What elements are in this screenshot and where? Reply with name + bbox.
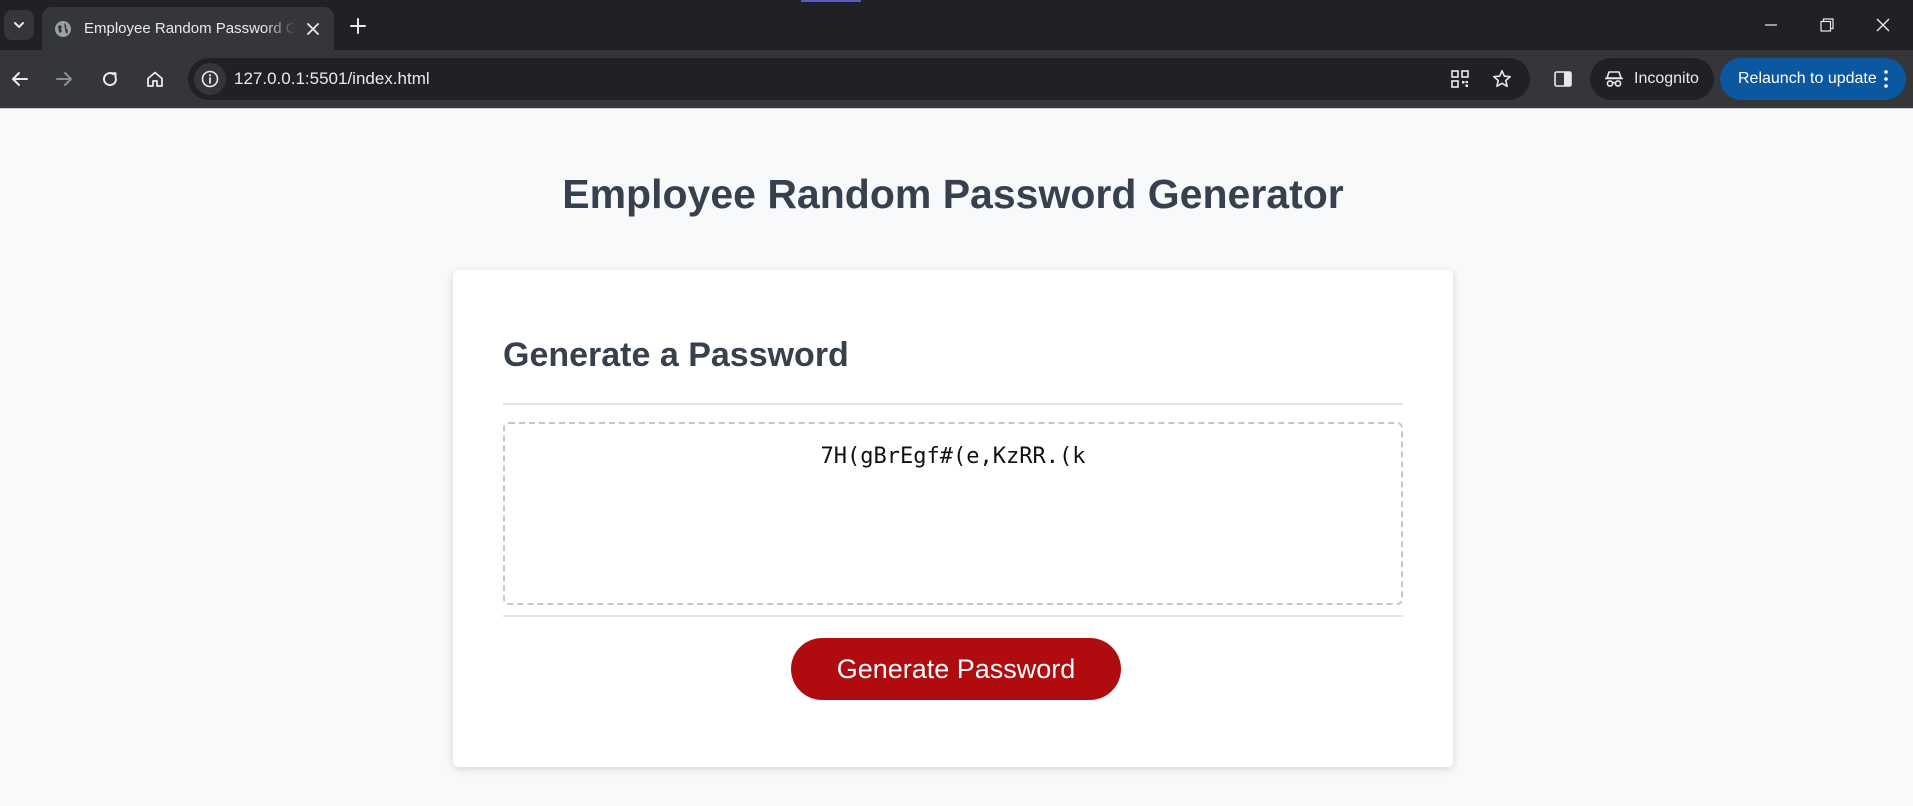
close-icon [1876, 18, 1890, 32]
browser-tab[interactable]: Employee Random Password Generator [42, 7, 334, 50]
qr-code-button[interactable] [1444, 63, 1476, 95]
incognito-label: Incognito [1634, 70, 1699, 87]
restore-button[interactable] [1799, 0, 1855, 50]
accent-strip [801, 0, 861, 2]
browser-toolbar: 127.0.0.1:5501/index.html Incognito Rela… [0, 50, 1913, 108]
minimize-icon [1765, 24, 1777, 26]
side-panel-icon [1554, 71, 1572, 87]
forward-button[interactable] [48, 63, 80, 95]
generate-password-button[interactable]: Generate Password [791, 638, 1121, 700]
globe-icon [54, 20, 72, 38]
minimize-button[interactable] [1743, 0, 1799, 50]
page-content: Employee Random Password Generator Gener… [0, 109, 1913, 806]
info-icon [201, 70, 219, 88]
close-tab-icon[interactable] [302, 18, 324, 40]
relaunch-label: Relaunch to update [1738, 70, 1877, 87]
tab-strip: Employee Random Password Generator [0, 0, 1913, 50]
restore-icon [1820, 18, 1834, 32]
arrow-right-icon [56, 72, 72, 86]
tab-search-button[interactable] [4, 10, 34, 40]
site-info-button[interactable] [194, 63, 226, 95]
back-button[interactable] [4, 63, 36, 95]
more-menu-icon[interactable] [1874, 67, 1898, 91]
relaunch-to-update-button[interactable]: Relaunch to update [1720, 58, 1906, 100]
home-icon [147, 71, 163, 87]
plus-icon [350, 18, 366, 34]
footer-divider [503, 615, 1403, 617]
password-output[interactable]: 7H(gBrEgf#(e,KzRR.(k [503, 422, 1403, 605]
card-header: Generate a Password [503, 336, 849, 374]
header-divider [503, 403, 1403, 405]
close-window-button[interactable] [1855, 0, 1911, 50]
bookmark-button[interactable] [1486, 63, 1518, 95]
reload-button[interactable] [94, 63, 126, 95]
url-text[interactable]: 127.0.0.1:5501/index.html [234, 69, 430, 89]
home-button[interactable] [139, 63, 171, 95]
star-icon [1493, 70, 1511, 88]
address-bar[interactable]: 127.0.0.1:5501/index.html [188, 58, 1530, 100]
page-title: Employee Random Password Generator [562, 171, 1344, 217]
incognito-indicator[interactable]: Incognito [1590, 58, 1714, 100]
reload-icon [103, 72, 118, 87]
password-card: Generate a Password 7H(gBrEgf#(e,KzRR.(k… [453, 270, 1453, 767]
arrow-left-icon [12, 72, 28, 86]
side-panel-button[interactable] [1547, 63, 1579, 95]
tab-title: Employee Random Password Generator [84, 20, 296, 37]
new-tab-button[interactable] [344, 12, 372, 40]
chevron-down-icon [14, 22, 24, 28]
incognito-icon [1605, 71, 1623, 87]
qr-code-icon [1451, 70, 1469, 88]
